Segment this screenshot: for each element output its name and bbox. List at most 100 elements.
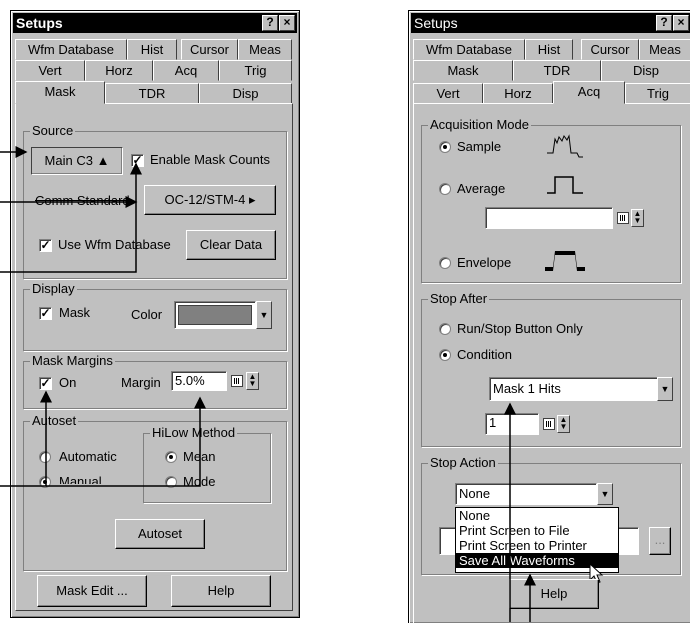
spin-down-icon: ▼ xyxy=(633,216,642,225)
tab-meas[interactable]: Meas xyxy=(639,39,690,60)
margin-spinner[interactable]: ▲ ▼ xyxy=(246,372,259,390)
stop-action-dropdown-button[interactable]: ▼ xyxy=(597,483,613,505)
clear-data-button[interactable]: Clear Data xyxy=(186,230,276,260)
margin-label: Margin xyxy=(121,375,161,390)
spin-down-icon: ▼ xyxy=(248,379,257,388)
average-waveform-icon xyxy=(547,176,583,194)
use-wfm-database-label: Use Wfm Database xyxy=(58,237,171,252)
use-wfm-database-checkbox[interactable]: ✓ xyxy=(39,239,52,252)
tab-disp[interactable]: Disp xyxy=(199,83,292,104)
sample-radio[interactable] xyxy=(439,141,451,153)
color-label: Color xyxy=(131,307,163,322)
count-spinner[interactable]: ▲ ▼ xyxy=(557,415,570,433)
tab-mask[interactable]: Mask xyxy=(413,60,513,81)
condition-dropdown-button[interactable]: ▼ xyxy=(657,377,673,401)
tab-wfm-database[interactable]: Wfm Database xyxy=(413,39,525,60)
average-radio[interactable] xyxy=(439,183,451,195)
help-icon[interactable]: ? xyxy=(262,15,278,31)
average-count-input[interactable] xyxy=(485,207,613,229)
dropdown-option[interactable]: Print Screen to Printer xyxy=(456,538,618,553)
mask-margins-on-checkbox[interactable]: ✓ xyxy=(39,377,52,390)
spin-down-icon: ▼ xyxy=(559,422,568,431)
tab-tdr[interactable]: TDR xyxy=(513,60,601,81)
run-stop-label: Run/Stop Button Only xyxy=(457,321,583,336)
envelope-radio[interactable] xyxy=(439,257,451,269)
sample-label: Sample xyxy=(457,139,502,154)
mode-label: Mode xyxy=(183,474,216,489)
tab-hist[interactable]: Hist xyxy=(127,39,177,60)
right-dialog-title: Setups xyxy=(414,15,458,31)
dropdown-option[interactable]: None xyxy=(456,508,618,523)
stop-action-label: Stop Action xyxy=(428,455,498,471)
left-title-bar: Setups ? × xyxy=(13,13,297,33)
keypad-icon[interactable] xyxy=(231,375,243,387)
tab-cursor[interactable]: Cursor xyxy=(581,39,639,60)
automatic-radio[interactable] xyxy=(39,451,51,463)
tab-vert[interactable]: Vert xyxy=(413,83,483,104)
tab-disp[interactable]: Disp xyxy=(601,60,690,81)
left-setups-dialog: Setups ? × Wfm Database Hist Cursor Meas… xyxy=(10,10,300,618)
browse-button[interactable]: ... xyxy=(649,527,671,555)
condition-label: Condition xyxy=(457,347,512,362)
tab-tdr[interactable]: TDR xyxy=(105,83,199,104)
tab-acq[interactable]: Acq xyxy=(153,60,219,81)
tab-mask[interactable]: Mask xyxy=(15,81,105,104)
tab-acq[interactable]: Acq xyxy=(553,81,625,104)
keypad-icon[interactable] xyxy=(543,418,555,430)
mask-display-checkbox[interactable]: ✓ xyxy=(39,307,52,320)
autoset-button[interactable]: Autoset xyxy=(115,519,205,549)
mean-label: Mean xyxy=(183,449,216,464)
color-fill xyxy=(178,305,252,325)
enable-mask-counts-checkbox[interactable]: ✓ xyxy=(131,154,144,167)
color-dropdown-button[interactable]: ▼ xyxy=(256,301,272,329)
tab-horz[interactable]: Horz xyxy=(483,83,553,104)
tab-wfm-database[interactable]: Wfm Database xyxy=(15,39,127,60)
sample-waveform-icon xyxy=(547,134,583,158)
manual-label: Manual xyxy=(59,474,102,484)
color-swatch[interactable] xyxy=(174,301,256,329)
tab-trig[interactable]: Trig xyxy=(219,60,292,81)
hilow-method-group: HiLow Method xyxy=(143,425,271,503)
mean-radio[interactable] xyxy=(165,451,177,463)
tab-horz[interactable]: Horz xyxy=(85,60,153,81)
autoset-group-label: Autoset xyxy=(30,413,79,429)
condition-count-input[interactable]: 1 xyxy=(485,413,539,435)
tab-hist[interactable]: Hist xyxy=(525,39,573,60)
mask-edit-button[interactable]: Mask Edit ... xyxy=(37,575,147,607)
envelope-label: Envelope xyxy=(457,255,512,270)
chevron-down-icon: ▼ xyxy=(660,384,670,394)
dropdown-option[interactable]: Print Screen to File xyxy=(456,523,618,538)
close-icon[interactable]: × xyxy=(673,15,689,31)
right-title-bar: Setups ? × xyxy=(411,13,690,33)
automatic-label: Automatic xyxy=(59,449,117,464)
condition-radio[interactable] xyxy=(439,349,451,361)
mask-margins-on-label: On xyxy=(59,375,77,390)
help-button[interactable]: Help xyxy=(509,579,599,609)
keypad-icon[interactable] xyxy=(617,212,629,224)
condition-select[interactable]: Mask 1 Hits xyxy=(489,377,659,401)
envelope-waveform-icon xyxy=(545,251,585,271)
close-icon[interactable]: × xyxy=(279,15,295,31)
tab-trig[interactable]: Trig xyxy=(625,83,690,104)
manual-radio[interactable] xyxy=(39,476,51,488)
comm-standard-button[interactable]: OC-12/STM-4 ▸ xyxy=(144,185,276,215)
help-icon[interactable]: ? xyxy=(656,15,672,31)
stop-after-label: Stop After xyxy=(428,291,490,307)
average-label: Average xyxy=(457,181,506,196)
average-spinner[interactable]: ▲ ▼ xyxy=(631,209,644,227)
comm-standard-label: Comm Standard xyxy=(35,193,130,208)
tab-meas[interactable]: Meas xyxy=(238,39,292,60)
tab-vert[interactable]: Vert xyxy=(15,60,85,81)
margin-input[interactable]: 5.0% xyxy=(171,371,227,391)
chevron-down-icon: ▼ xyxy=(259,310,269,320)
source-button[interactable]: Main C3 ▲ xyxy=(31,147,123,175)
left-dialog-title: Setups xyxy=(16,15,63,31)
source-group-label: Source xyxy=(30,123,76,139)
help-button[interactable]: Help xyxy=(171,575,271,607)
chevron-down-icon: ▼ xyxy=(600,489,610,499)
mode-radio[interactable] xyxy=(165,476,177,488)
run-stop-radio[interactable] xyxy=(439,323,451,335)
stop-action-select[interactable]: None xyxy=(455,483,597,505)
mask-display-label: Mask xyxy=(59,305,91,320)
tab-cursor[interactable]: Cursor xyxy=(181,39,238,60)
